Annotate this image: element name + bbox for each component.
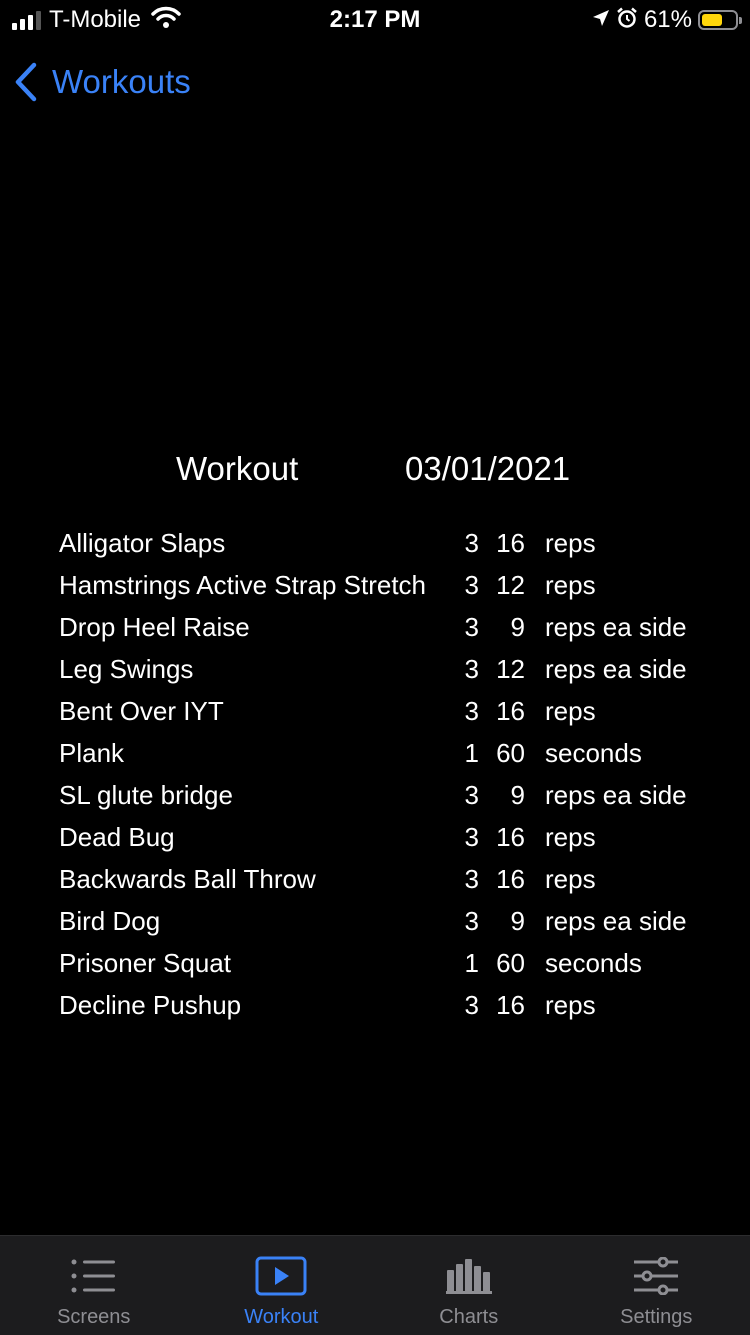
exercise-sets: 3 <box>449 654 479 685</box>
exercise-reps: 9 <box>489 906 525 937</box>
chevron-left-icon <box>14 62 38 102</box>
exercise-reps: 16 <box>489 990 525 1021</box>
tab-charts[interactable]: Charts <box>375 1236 563 1335</box>
exercise-sets: 1 <box>449 738 479 769</box>
exercise-unit: reps ea side <box>545 612 687 643</box>
exercise-name: Backwards Ball Throw <box>59 864 316 895</box>
tab-bar: Screens Workout Charts <box>0 1235 750 1335</box>
back-button[interactable]: Workouts <box>14 62 191 102</box>
exercise-sets: 3 <box>449 864 479 895</box>
exercise-row: Prisoner Squat 1 60 seconds <box>59 942 739 984</box>
exercise-row: Bird Dog 3 9 reps ea side <box>59 900 739 942</box>
exercise-name: Dead Bug <box>59 822 175 853</box>
tab-label: Settings <box>620 1306 692 1329</box>
exercise-reps: 16 <box>489 822 525 853</box>
exercise-reps: 12 <box>489 570 525 601</box>
exercise-name: Hamstrings Active Strap Stretch <box>59 570 426 601</box>
back-button-label: Workouts <box>52 63 191 101</box>
exercise-sets: 1 <box>449 948 479 979</box>
tab-workout[interactable]: Workout <box>188 1236 376 1335</box>
exercise-reps: 9 <box>489 780 525 811</box>
location-arrow-icon <box>592 9 610 32</box>
play-icon <box>255 1254 307 1298</box>
exercise-row: Plank 1 60 seconds <box>59 732 739 774</box>
exercise-name: Alligator Slaps <box>59 528 225 559</box>
exercise-sets: 3 <box>449 696 479 727</box>
exercise-row: Dead Bug 3 16 reps <box>59 816 739 858</box>
status-right: 61% <box>592 6 738 34</box>
exercise-reps: 60 <box>489 948 525 979</box>
tab-label: Screens <box>57 1306 130 1329</box>
exercise-row: Decline Pushup 3 16 reps <box>59 984 739 1026</box>
tab-label: Charts <box>439 1306 498 1329</box>
exercise-name: Plank <box>59 738 124 769</box>
exercise-reps: 16 <box>489 696 525 727</box>
workout-date: 03/01/2021 <box>405 450 570 488</box>
exercise-name: Leg Swings <box>59 654 193 685</box>
exercise-sets: 3 <box>449 822 479 853</box>
exercise-unit: reps <box>545 570 596 601</box>
bar-chart-icon <box>446 1254 492 1298</box>
exercise-sets: 3 <box>449 906 479 937</box>
exercise-name: Bird Dog <box>59 906 160 937</box>
exercise-reps: 60 <box>489 738 525 769</box>
alarm-icon <box>616 7 638 34</box>
tab-label: Workout <box>244 1306 318 1329</box>
exercise-reps: 9 <box>489 612 525 643</box>
sliders-icon <box>633 1254 679 1298</box>
exercise-name: Bent Over IYT <box>59 696 224 727</box>
exercise-row: SL glute bridge 3 9 reps ea side <box>59 774 739 816</box>
exercise-unit: reps <box>545 696 596 727</box>
exercise-reps: 12 <box>489 654 525 685</box>
exercise-row: Alligator Slaps 3 16 reps <box>59 522 739 564</box>
exercise-row: Backwards Ball Throw 3 16 reps <box>59 858 739 900</box>
exercise-name: Drop Heel Raise <box>59 612 250 643</box>
exercise-row: Bent Over IYT 3 16 reps <box>59 690 739 732</box>
exercise-name: SL glute bridge <box>59 780 233 811</box>
exercise-sets: 3 <box>449 528 479 559</box>
exercise-reps: 16 <box>489 864 525 895</box>
exercise-row: Drop Heel Raise 3 9 reps ea side <box>59 606 739 648</box>
exercise-sets: 3 <box>449 780 479 811</box>
exercise-unit: seconds <box>545 738 642 769</box>
status-bar: T-Mobile 2:17 PM 61% <box>0 0 750 40</box>
exercise-unit: reps ea side <box>545 906 687 937</box>
exercise-reps: 16 <box>489 528 525 559</box>
exercise-sets: 3 <box>449 570 479 601</box>
exercise-unit: reps ea side <box>545 780 687 811</box>
exercise-unit: reps <box>545 864 596 895</box>
battery-icon <box>698 10 738 30</box>
exercise-list: Alligator Slaps 3 16 reps Hamstrings Act… <box>59 522 739 1026</box>
battery-percent: 61% <box>644 6 692 34</box>
exercise-unit: reps <box>545 528 596 559</box>
exercise-sets: 3 <box>449 612 479 643</box>
exercise-unit: reps <box>545 990 596 1021</box>
workout-title: Workout <box>176 450 298 488</box>
exercise-name: Prisoner Squat <box>59 948 231 979</box>
exercise-name: Decline Pushup <box>59 990 241 1021</box>
tab-settings[interactable]: Settings <box>563 1236 750 1335</box>
exercise-sets: 3 <box>449 990 479 1021</box>
exercise-row: Leg Swings 3 12 reps ea side <box>59 648 739 690</box>
list-icon <box>71 1254 117 1298</box>
exercise-unit: seconds <box>545 948 642 979</box>
exercise-unit: reps ea side <box>545 654 687 685</box>
exercise-unit: reps <box>545 822 596 853</box>
exercise-row: Hamstrings Active Strap Stretch 3 12 rep… <box>59 564 739 606</box>
tab-screens[interactable]: Screens <box>0 1236 188 1335</box>
